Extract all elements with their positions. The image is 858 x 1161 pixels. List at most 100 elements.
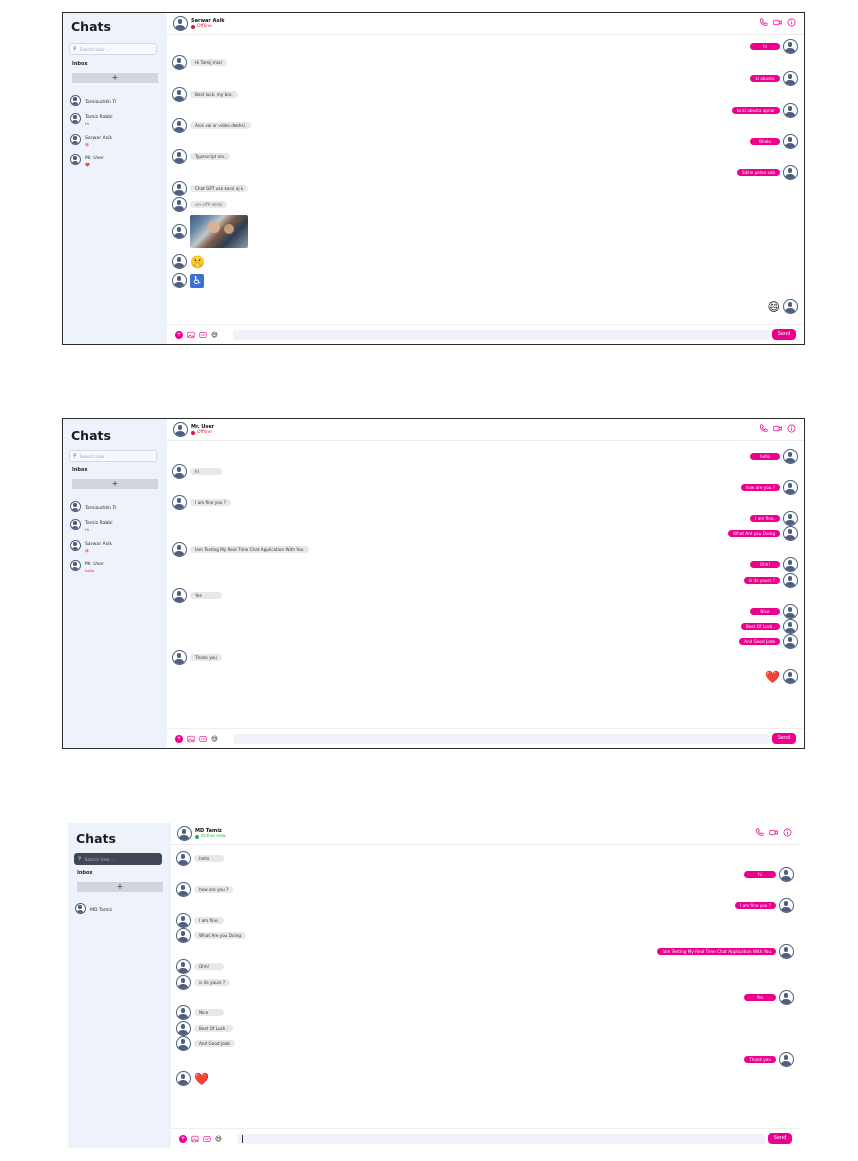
gif-icon[interactable]: GIF: [203, 1135, 211, 1143]
message-row: And Good Joob: [739, 634, 798, 649]
avatar-icon: [70, 113, 81, 124]
info-icon[interactable]: [783, 828, 792, 837]
avatar-icon: [172, 55, 187, 70]
emoji-picker-icon[interactable]: 😅: [211, 331, 218, 339]
message-bubble: hello: [750, 453, 780, 460]
message-bubble: Best Of Luck .: [194, 1025, 234, 1032]
emoji-picker-icon[interactable]: 😅: [211, 735, 218, 743]
message-input[interactable]: [233, 734, 770, 744]
message-row: Yes: [172, 588, 222, 603]
search-placeholder: Search User ...: [84, 856, 116, 862]
message-row: Anis vai er video dekhsi.: [172, 118, 252, 133]
contact-item[interactable]: Mr. User hello: [70, 560, 104, 576]
composer-tools: + GIF 😅: [175, 331, 218, 339]
avatar-icon: [70, 519, 81, 530]
avatar-icon: [172, 464, 187, 479]
message-input[interactable]: [237, 1134, 766, 1144]
video-call-icon[interactable]: [773, 18, 782, 27]
message-bubble: ki obosta: [750, 75, 780, 82]
send-button[interactable]: Send: [772, 329, 796, 340]
message-row: ❤️: [176, 1071, 209, 1086]
info-icon[interactable]: [787, 18, 796, 27]
chat-panel-1: Chats ⚲ Search User ... Inbox + Tamizudd…: [62, 12, 805, 345]
contact-item[interactable]: Sarwar Asik 😄: [70, 540, 112, 556]
gif-icon[interactable]: GIF: [199, 331, 207, 339]
contact-preview: Hi: [85, 527, 89, 532]
send-button[interactable]: Send: [768, 1133, 792, 1144]
image-icon[interactable]: [191, 1135, 199, 1143]
send-button[interactable]: Send: [772, 733, 796, 744]
contact-item[interactable]: Tamizuddin Tr: [70, 501, 116, 517]
message-bubble: I am fine.: [750, 515, 780, 522]
avatar-icon: [783, 449, 798, 464]
contact-name: Tamizuddin Tr: [85, 506, 117, 511]
add-chat-button[interactable]: +: [72, 479, 158, 489]
contact-name: Mr. User: [85, 156, 104, 161]
message-row: hello: [176, 851, 224, 866]
message-row: And Good Joob: [176, 1036, 235, 1051]
contact-preview: 😄: [85, 548, 89, 553]
phone-icon[interactable]: [755, 828, 764, 837]
message-row: What Are you Doing: [176, 928, 247, 943]
contact-item[interactable]: MD Tamiz: [75, 903, 112, 919]
search-input[interactable]: ⚲ Search User ...: [74, 853, 162, 865]
phone-icon[interactable]: [759, 18, 768, 27]
contact-preview: Hi: [85, 121, 89, 126]
svg-text:GIF: GIF: [205, 1138, 210, 1141]
chat-area: MD Tamiz Active now hello hi how are you…: [171, 823, 800, 1148]
message-bubble: Anis vai er video dekhsi.: [190, 122, 252, 129]
contact-item[interactable]: Tamiz Rabbi Hi: [70, 113, 113, 129]
message-bubble: Yes: [190, 592, 222, 599]
message-bubble: Chat GPT use korsi oj k: [190, 185, 249, 192]
sidebar: Chats ⚲ Search User ... Inbox + MD Tamiz: [68, 823, 171, 1148]
message-row: Best luck, my bro.: [172, 87, 238, 102]
contact-name: Tamiz Rabbi: [85, 521, 113, 526]
plus-icon[interactable]: +: [175, 735, 183, 743]
message-image[interactable]: [190, 215, 248, 248]
search-icon: ⚲: [73, 453, 77, 459]
avatar-icon: [783, 557, 798, 572]
gif-icon[interactable]: GIF: [199, 735, 207, 743]
search-input[interactable]: ⚲ Search User ...: [69, 43, 157, 55]
sidebar-title: Chats: [76, 831, 116, 846]
message-row: hello: [750, 449, 798, 464]
avatar-icon: [75, 903, 86, 914]
avatar-icon: [172, 588, 187, 603]
avatar-icon: [70, 134, 81, 145]
message-bubble: how are you ?: [194, 886, 234, 893]
message-row: is its yours ?: [743, 573, 798, 588]
contact-preview: hello: [85, 568, 95, 573]
video-call-icon[interactable]: [769, 828, 778, 837]
avatar-icon: [172, 181, 187, 196]
plus-icon[interactable]: +: [175, 331, 183, 339]
avatar-icon: [176, 882, 191, 897]
emoji-picker-icon[interactable]: 😅: [215, 1135, 222, 1143]
avatar-icon: [176, 928, 191, 943]
contact-item[interactable]: Mr. User ❤️: [70, 154, 104, 170]
image-icon[interactable]: [187, 735, 195, 743]
image-icon[interactable]: [187, 331, 195, 339]
phone-icon[interactable]: [759, 424, 768, 433]
message-row: Chat GPT use korsi oj k: [172, 181, 249, 196]
avatar-icon: [176, 959, 191, 974]
video-call-icon[interactable]: [773, 424, 782, 433]
message-row: Best Of Luck .: [176, 1021, 234, 1036]
add-chat-button[interactable]: +: [72, 73, 158, 83]
contact-item[interactable]: Sarwar Asik 😄: [70, 134, 112, 150]
message-row: I am fine.: [750, 511, 798, 526]
contact-item[interactable]: Tamizuddin Tr: [70, 95, 116, 111]
contact-item[interactable]: Tamiz Rabbi Hi: [70, 519, 113, 535]
svg-text:GIF: GIF: [201, 334, 206, 337]
message-row: I am fine.: [176, 913, 224, 928]
search-input[interactable]: ⚲ Search User ...: [69, 450, 157, 462]
search-placeholder: Search User ...: [79, 46, 111, 52]
message-bubble: I am fine you ?: [735, 902, 776, 909]
message-row: how are you ?: [740, 480, 798, 495]
status-indicator: Active now: [195, 834, 226, 840]
message-bubble: What Are you Doing: [194, 932, 247, 939]
message-row: এস দেখি আবার: [172, 197, 228, 212]
message-input[interactable]: [233, 330, 770, 340]
plus-icon[interactable]: +: [179, 1135, 187, 1143]
info-icon[interactable]: [787, 424, 796, 433]
add-chat-button[interactable]: +: [77, 882, 163, 892]
